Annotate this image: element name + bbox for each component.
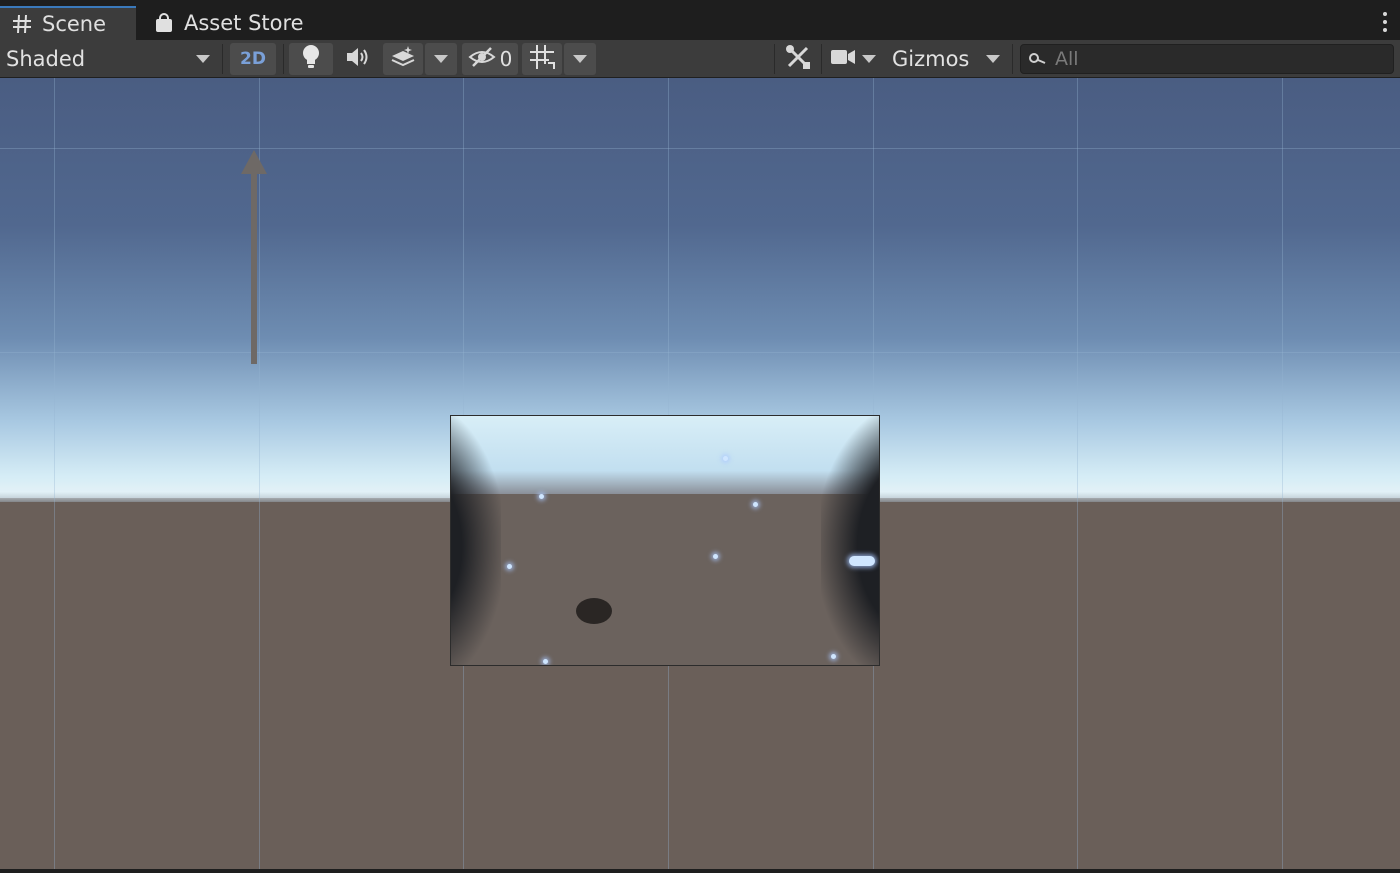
scene-grid-line	[0, 352, 1400, 353]
annotation-arrow-shaft	[251, 170, 257, 364]
2d-toggle-button[interactable]: 2D	[230, 43, 276, 75]
shading-mode-label: Shaded	[6, 47, 86, 71]
grid-dropdown[interactable]	[564, 43, 596, 75]
camera-settings-dropdown[interactable]	[825, 43, 881, 75]
chevron-down-icon	[986, 55, 1000, 63]
scene-search-box[interactable]	[1020, 44, 1394, 74]
toolbar-divider	[1012, 44, 1013, 74]
gizmos-dropdown[interactable]: Gizmos	[884, 43, 1008, 75]
scene-grid-line	[0, 148, 1400, 149]
shading-mode-dropdown[interactable]: Shaded	[0, 43, 216, 75]
window-tab-bar: Scene Asset Store	[0, 0, 1400, 40]
chevron-down-icon	[434, 55, 448, 63]
toolbar-divider	[283, 44, 284, 74]
scene-toolbar: Shaded 2D 0 Gizmos All	[0, 40, 1400, 78]
lighting-toggle-button[interactable]	[289, 43, 333, 75]
sprite-object[interactable]	[450, 415, 880, 666]
tab-asset-store[interactable]: Asset Store	[152, 6, 322, 40]
grid-icon	[529, 44, 555, 74]
camera-icon	[830, 48, 856, 70]
shopping-bag-icon	[154, 13, 174, 33]
eye-slash-icon	[468, 46, 496, 73]
effects-toggle-button[interactable]	[383, 43, 423, 75]
tab-scene-label: Scene	[42, 12, 107, 36]
toolbar-divider	[821, 44, 822, 74]
scene-grid-line	[1282, 78, 1283, 869]
scene-visibility-button[interactable]: 0	[462, 43, 518, 75]
effects-layers-icon	[390, 45, 416, 73]
search-icon	[1029, 52, 1047, 66]
gizmos-label: Gizmos	[892, 47, 970, 71]
window-bottom-border	[0, 869, 1400, 873]
chevron-down-icon	[862, 55, 876, 63]
tools-button[interactable]	[778, 43, 818, 75]
scene-grid-line	[259, 78, 260, 869]
tools-icon	[785, 44, 811, 74]
scene-viewport[interactable]	[0, 78, 1400, 869]
audio-toggle-button[interactable]	[337, 43, 379, 75]
light-bulb-icon	[300, 44, 322, 74]
effects-dropdown[interactable]	[425, 43, 457, 75]
tab-scene[interactable]: Scene	[0, 6, 136, 40]
more-options-icon[interactable]	[1382, 12, 1388, 32]
grid-toggle-button[interactable]	[522, 43, 562, 75]
scene-grid-icon	[12, 14, 32, 34]
toolbar-divider	[222, 44, 223, 74]
scene-grid-line	[54, 78, 55, 869]
scene-grid-line	[1077, 78, 1078, 869]
toolbar-divider	[774, 44, 775, 74]
tab-asset-store-label: Asset Store	[184, 11, 304, 35]
chevron-down-icon	[196, 55, 210, 63]
hidden-objects-count: 0	[499, 47, 513, 71]
search-input[interactable]	[1053, 47, 1357, 71]
speaker-icon	[345, 47, 371, 71]
chevron-down-icon	[573, 55, 587, 63]
